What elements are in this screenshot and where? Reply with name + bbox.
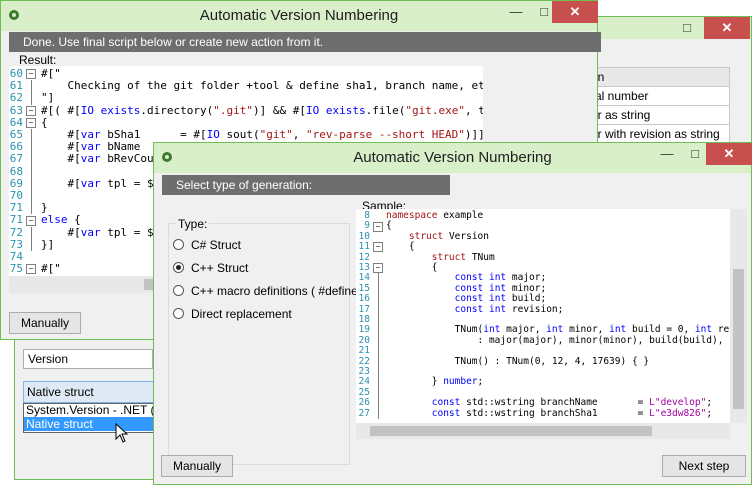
fold-toggle-icon[interactable]: − [373, 221, 383, 232]
line-number: 67 [9, 152, 23, 166]
native-struct-combobox[interactable]: Native struct [23, 381, 159, 403]
minimize-button[interactable]: — [501, 1, 531, 23]
scrollbar-thumb[interactable] [733, 269, 744, 409]
code-line: #[( #[IO exists.directory(".git")] && #[… [41, 103, 483, 117]
combobox-value: Native struct [27, 385, 94, 399]
code-line: #[var tpl = $( [41, 225, 161, 239]
minimize-button[interactable]: — [652, 143, 682, 165]
status-banner: Done. Use final script below or create n… [9, 32, 601, 52]
version-field-value: Version [28, 352, 69, 366]
horizontal-scrollbar[interactable] [356, 423, 730, 439]
radio-label: C++ macro definitions ( #define ) [191, 284, 366, 298]
type-label: Type: [176, 217, 210, 231]
fold-toggle-icon[interactable]: − [26, 215, 36, 226]
fold-toggle-icon[interactable]: − [26, 117, 36, 128]
table-cell[interactable]: ral number [586, 86, 730, 106]
fold-toggle-icon[interactable]: − [373, 242, 383, 253]
table-cell: on [586, 67, 730, 87]
window-middle: Version Native struct System.Version - .… [14, 330, 164, 480]
result-label: Result: [19, 53, 57, 67]
sample-code-editor[interactable]: 8 namespace example 9{10 struct Version 11 … [356, 209, 730, 423]
table-cell[interactable]: er as string [586, 105, 730, 125]
scrollbar-thumb[interactable] [370, 426, 652, 436]
code-line: else { [41, 213, 81, 227]
maximize-button[interactable]: □ [672, 17, 702, 39]
code-line: const std::wstring branchSha1 = L"e3dw82… [431, 407, 713, 419]
vertical-scrollbar[interactable] [730, 209, 747, 423]
version-field[interactable]: Version [23, 349, 153, 369]
manually-button[interactable]: Manually [161, 455, 233, 477]
instruction-banner: Select type of generation: [162, 175, 450, 195]
code-line: #[var bRevCount [41, 152, 167, 166]
mouse-cursor-icon [115, 423, 129, 443]
code-line: const int revision; [454, 303, 564, 315]
code-line: #[var tpl = $( [41, 176, 161, 190]
next-step-button[interactable]: Next step [662, 455, 746, 477]
fold-guide [31, 129, 32, 215]
native-struct-dropdown: System.Version - .NET (CLI Native struct [23, 403, 159, 433]
dropdown-item[interactable]: System.Version - .NET (CLI [24, 404, 158, 417]
fold-guide [31, 226, 32, 251]
fold-toggle-icon[interactable]: − [373, 263, 383, 274]
radio-label: C++ Struct [191, 261, 249, 275]
line-number: 75 [9, 262, 23, 276]
radio-csharp-struct[interactable] [173, 239, 184, 250]
code-line: }] [41, 237, 55, 251]
radio-direct-replacement[interactable] [173, 308, 184, 319]
window-background-right: □ ✕ on ral number er as string er with r… [585, 16, 752, 146]
code-line: : major(major), minor(minor), build(buil… [477, 334, 731, 346]
line-number: 63 [9, 103, 23, 117]
radio-cpp-macro[interactable] [173, 285, 184, 296]
line-number: 72 [9, 225, 23, 239]
fold-toggle-icon[interactable]: − [26, 69, 36, 80]
line-number: 71 [9, 213, 23, 227]
radio-label: Direct replacement [191, 307, 292, 321]
line-number: 68 [9, 164, 23, 178]
code-line: TNum() : TNum(0, 12, 4, 17639) { } [386, 355, 650, 367]
code-line: } number; [386, 376, 484, 388]
fold-toggle-icon[interactable]: − [26, 105, 36, 116]
fold-guide [31, 80, 32, 105]
radio-label: C# Struct [191, 238, 242, 252]
line-number: 62 [9, 91, 23, 105]
close-button[interactable]: ✕ [704, 17, 750, 39]
type-groupbox [168, 223, 350, 465]
code-line: #[" [41, 262, 61, 276]
code-line: namespace example [386, 210, 484, 221]
line-number: 27 [358, 407, 370, 419]
code-line: Checking of the git folder +tool & defin… [41, 79, 483, 93]
code-line: "] [41, 91, 55, 105]
close-button[interactable]: ✕ [552, 1, 598, 23]
table-cell[interactable]: er with revision as string [586, 124, 730, 144]
close-button[interactable]: ✕ [706, 143, 752, 165]
manually-button[interactable]: Manually [9, 312, 81, 334]
type-table: on ral number er as string er with revis… [586, 67, 730, 144]
fold-toggle-icon[interactable]: − [26, 264, 36, 275]
window-generation-type: Automatic Version Numbering — □ ✕ Select… [153, 142, 752, 485]
radio-cpp-struct[interactable] [173, 262, 184, 273]
fold-guide [378, 273, 379, 419]
dropdown-item-selected[interactable]: Native struct [24, 417, 158, 431]
